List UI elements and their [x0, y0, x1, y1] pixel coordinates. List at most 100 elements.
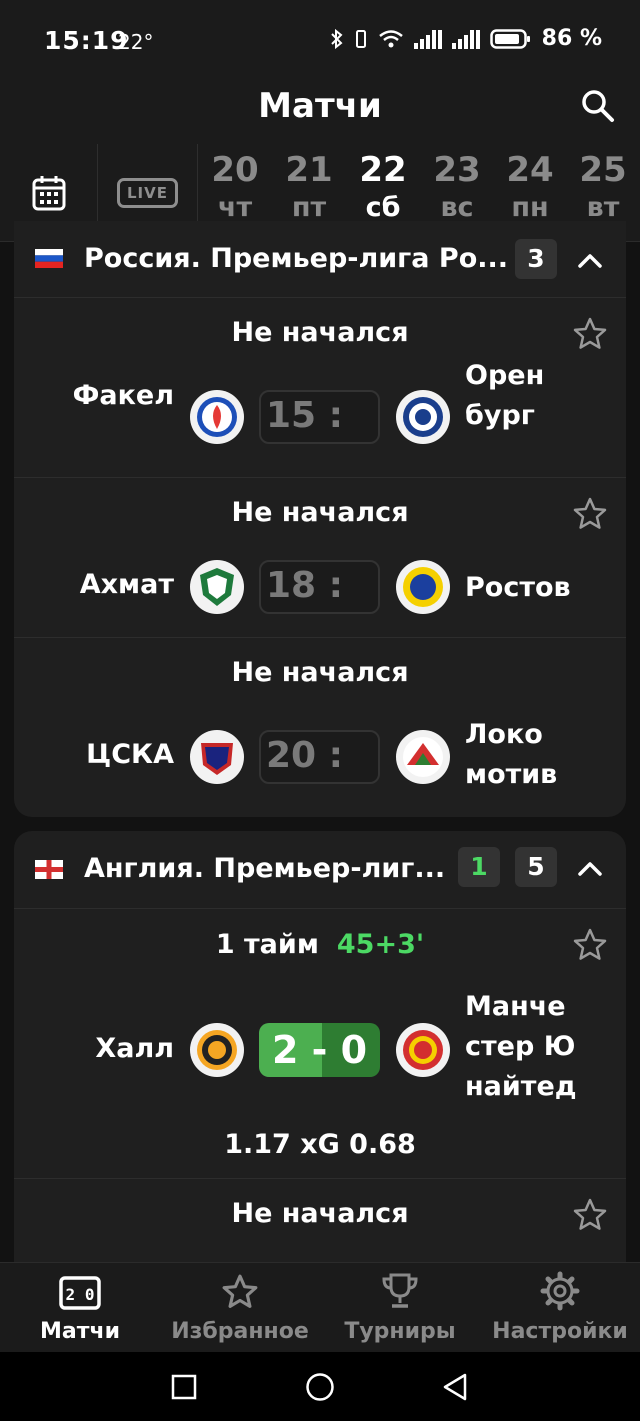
star-icon[interactable] — [572, 496, 608, 532]
england-flag-icon — [35, 860, 63, 879]
day-weekday: вс — [440, 192, 474, 223]
nav-label: Избранное — [171, 1319, 309, 1344]
chevron-up-icon[interactable] — [576, 855, 604, 883]
nav-favorites[interactable]: Избранное — [160, 1263, 320, 1353]
match-period: 1 тайм — [215, 929, 319, 960]
app-header: Матчи — [0, 80, 640, 144]
bluetooth-icon — [330, 28, 343, 49]
bottom-navigation: 2 0 Матчи Избранное Турниры Настройки — [0, 1262, 640, 1352]
hull-city-logo — [190, 1023, 244, 1077]
status-time: 15:19 — [44, 26, 129, 55]
league-header[interactable]: Англия. Премьер-лиг... 1 5 — [14, 831, 626, 909]
gear-icon — [540, 1271, 580, 1311]
star-icon[interactable] — [572, 316, 608, 352]
nav-label: Матчи — [39, 1319, 120, 1344]
live-score: 2 - 0 — [259, 1023, 380, 1077]
day-number: 22 — [359, 150, 407, 190]
match-start-time: 15 : — [259, 390, 380, 444]
day-number: 20 — [211, 150, 259, 190]
match-row[interactable]: 1 тайм 45+3' Халл 2 - 0 Манче стер Ю найт… — [14, 909, 626, 1179]
manchester-united-logo — [396, 1023, 450, 1077]
search-icon[interactable] — [578, 86, 618, 126]
wifi-icon — [378, 29, 403, 47]
nav-label: Настройки — [492, 1319, 628, 1344]
league-name: Россия. Премьер-лига Ро... — [84, 243, 509, 274]
trophy-icon — [382, 1273, 418, 1308]
match-row[interactable]: Не начался Факел 15 : Орен бург — [14, 298, 626, 478]
league-card: Англия. Премьер-лиг... 1 5 1 тайм 45+3' Х… — [14, 831, 626, 1262]
league-header[interactable]: Россия. Премьер-лига Ро... 3 — [14, 221, 626, 298]
home-team-name: Факел — [72, 380, 174, 411]
home-icon[interactable] — [305, 1372, 335, 1402]
away-team-line: стер Ю — [465, 1031, 576, 1062]
match-minute: 45+3' — [336, 929, 425, 960]
league-card: Россия. Премьер-лига Ро... 3 Не начался … — [14, 221, 626, 817]
cska-logo — [190, 730, 244, 784]
fakel-logo — [190, 390, 244, 444]
system-navigation-bar — [0, 1352, 640, 1421]
lokomotiv-logo — [396, 730, 450, 784]
rostov-logo — [396, 560, 450, 614]
away-team-line: бург — [465, 400, 535, 431]
nav-label: Турниры — [344, 1319, 456, 1344]
day-weekday: пн — [511, 192, 549, 223]
away-team-name: Локо мотив — [465, 715, 557, 795]
away-team-name: Манче стер Ю найтед — [465, 987, 577, 1107]
status-bar: 15:19 22° 86 % — [0, 0, 640, 80]
recents-icon[interactable] — [171, 1374, 197, 1400]
day-number: 23 — [433, 150, 481, 190]
live-count-badge: 1 — [458, 847, 500, 887]
page-title: Матчи — [258, 86, 382, 126]
live-label: LIVE — [117, 178, 178, 208]
match-count-badge: 5 — [515, 847, 557, 887]
day-number: 24 — [506, 150, 554, 190]
star-icon — [222, 1274, 258, 1308]
match-row[interactable]: Не начался — [14, 1179, 626, 1262]
chevron-up-icon[interactable] — [576, 247, 604, 275]
away-team-line: Манче — [465, 991, 566, 1022]
scoreboard-icon: 2 0 — [59, 1276, 101, 1310]
away-team-line: найтед — [465, 1071, 577, 1102]
svg-text:2 0: 2 0 — [66, 1285, 95, 1304]
nav-settings[interactable]: Настройки — [480, 1263, 640, 1353]
home-team-name: Халл — [95, 1033, 174, 1064]
home-team-name: Ахмат — [79, 569, 174, 600]
match-start-time: 20 : — [259, 730, 380, 784]
status-icons: 86 % — [330, 26, 602, 51]
battery-percent: 86 % — [541, 26, 602, 51]
day-number: 21 — [285, 150, 333, 190]
match-status: Не начался — [231, 317, 409, 348]
russia-flag-icon — [35, 249, 63, 268]
vibrate-icon — [355, 29, 366, 48]
day-weekday: вт — [586, 192, 620, 223]
nav-tournaments[interactable]: Турниры — [320, 1263, 480, 1353]
signal-icon-2 — [451, 29, 480, 49]
expected-goals: 1.17 xG 0.68 — [224, 1129, 416, 1160]
league-name: Англия. Премьер-лиг... — [84, 853, 446, 884]
day-weekday: сб — [365, 192, 401, 223]
battery-icon — [489, 28, 530, 49]
away-team-line: мотив — [465, 759, 558, 790]
orenburg-logo — [396, 390, 450, 444]
away-team-name: Орен бург — [465, 356, 544, 436]
match-status: Не начался — [231, 1198, 409, 1229]
day-weekday: чт — [217, 192, 253, 223]
back-icon[interactable] — [441, 1372, 469, 1402]
match-count-badge: 3 — [515, 239, 557, 279]
status-temperature: 22° — [118, 30, 154, 54]
calendar-icon — [32, 176, 65, 211]
match-row[interactable]: Не начался ЦСКА 20 : Локо мотив — [14, 638, 626, 817]
match-row[interactable]: Не начался Ахмат 18 : Ростов — [14, 478, 626, 638]
away-team-name: Ростов — [465, 572, 571, 603]
nav-matches[interactable]: 2 0 Матчи — [0, 1263, 160, 1353]
day-weekday: пт — [291, 192, 327, 223]
star-icon[interactable] — [572, 927, 608, 963]
star-icon[interactable] — [572, 1197, 608, 1233]
away-team-line: Орен — [465, 360, 545, 391]
match-status: Не начался — [231, 497, 409, 528]
away-team-line: Локо — [465, 719, 543, 750]
match-status: 1 тайм 45+3' — [14, 929, 626, 960]
match-start-time: 18 : — [259, 560, 380, 614]
day-number: 25 — [579, 150, 627, 190]
home-team-name: ЦСКА — [86, 739, 174, 770]
